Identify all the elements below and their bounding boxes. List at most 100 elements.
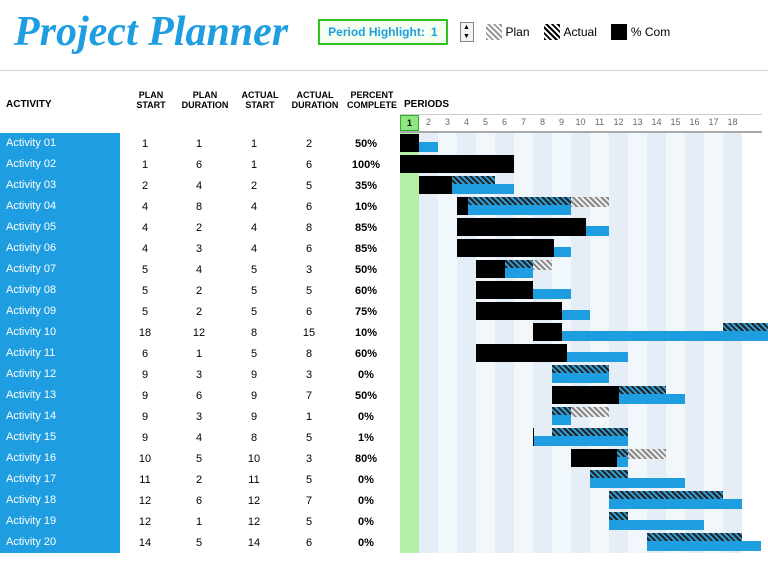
complete-bar	[476, 281, 533, 299]
gantt-rows: Activity 01111250%Activity 021616100%Act…	[0, 133, 768, 553]
period-num-4: 4	[457, 115, 476, 131]
actual-duration: 6	[280, 306, 338, 318]
actual-duration: 15	[280, 327, 338, 339]
gantt-cell	[400, 511, 762, 532]
activity-name: Activity 04	[0, 196, 120, 217]
gantt-cell	[400, 532, 762, 553]
col-plan-duration: PLAN DURATION	[176, 90, 234, 110]
complete-bar	[457, 218, 586, 236]
percent-complete: 0%	[338, 474, 394, 486]
activity-name: Activity 19	[0, 511, 120, 532]
actual-duration: 3	[280, 453, 338, 465]
legend-complete: % Com	[611, 24, 670, 40]
plan-duration: 2	[170, 474, 228, 486]
gantt-cell	[400, 322, 762, 343]
col-periods: PERIODS	[400, 90, 768, 110]
spinner-up-icon[interactable]: ▲	[461, 23, 473, 32]
table-row: Activity 021616100%	[0, 154, 768, 175]
plan-duration: 6	[170, 495, 228, 507]
complete-bar	[419, 176, 452, 194]
period-num-12: 12	[609, 115, 628, 131]
percent-complete: 60%	[338, 285, 394, 297]
complete-bar	[457, 197, 468, 215]
percent-complete: 35%	[338, 180, 394, 192]
period-num-6: 6	[495, 115, 514, 131]
activity-name: Activity 14	[0, 406, 120, 427]
period-num-17: 17	[704, 115, 723, 131]
plan-start: 1	[120, 159, 170, 171]
gantt-cell	[400, 301, 762, 322]
plan-duration: 4	[170, 180, 228, 192]
plan-duration: 8	[170, 201, 228, 213]
plan-duration: 1	[170, 138, 228, 150]
period-numbers: 123456789101112131415161718	[400, 114, 762, 133]
table-row: Activity 03242535%	[0, 175, 768, 196]
period-num-2: 2	[419, 115, 438, 131]
actual-start: 9	[228, 411, 280, 423]
col-percent-complete: PERCENT COMPLETE	[344, 90, 400, 110]
plan-duration: 3	[170, 243, 228, 255]
plan-start: 12	[120, 516, 170, 528]
plan-start: 5	[120, 264, 170, 276]
actual-start: 1	[228, 138, 280, 150]
table-row: Activity 171121150%	[0, 469, 768, 490]
plan-duration: 2	[170, 306, 228, 318]
activity-name: Activity 16	[0, 448, 120, 469]
plan-duration: 1	[170, 348, 228, 360]
actual-duration: 5	[280, 285, 338, 297]
activity-name: Activity 12	[0, 364, 120, 385]
table-row: Activity 07545350%	[0, 259, 768, 280]
actual-start: 5	[228, 348, 280, 360]
plan-duration: 3	[170, 369, 228, 381]
actual-start: 14	[228, 537, 280, 549]
actual-start: 8	[228, 432, 280, 444]
activity-name: Activity 06	[0, 238, 120, 259]
plan-start: 4	[120, 222, 170, 234]
legend-actual-label: Actual	[564, 25, 597, 39]
actual-duration: 6	[280, 537, 338, 549]
legend-plan-label: Plan	[506, 25, 530, 39]
legend: Plan Actual % Com	[486, 24, 671, 40]
plan-start: 11	[120, 474, 170, 486]
gantt-cell	[400, 217, 762, 238]
actual-duration: 6	[280, 159, 338, 171]
actual-bar	[609, 499, 742, 509]
plan-start: 9	[120, 411, 170, 423]
table-row: Activity 1293930%	[0, 364, 768, 385]
plan-start: 5	[120, 306, 170, 318]
period-num-5: 5	[476, 115, 495, 131]
gantt-cell	[400, 133, 762, 154]
col-actual-start: ACTUAL START	[234, 90, 286, 110]
table-row: Activity 08525560%	[0, 280, 768, 301]
complete-swatch-icon	[611, 24, 627, 40]
column-headers: ACTIVITY PLAN START PLAN DURATION ACTUAL…	[0, 90, 768, 114]
legend-actual: Actual	[544, 24, 597, 40]
gantt-cell	[400, 343, 762, 364]
complete-bar	[400, 134, 419, 152]
table-row: Activity 191211250%	[0, 511, 768, 532]
complete-bar	[533, 323, 562, 341]
period-num-3: 3	[438, 115, 457, 131]
table-row: Activity 04484610%	[0, 196, 768, 217]
gantt-cell	[400, 448, 762, 469]
period-highlight-spinner[interactable]: ▲ ▼	[460, 22, 474, 42]
actual-start: 4	[228, 222, 280, 234]
actual-start: 5	[228, 306, 280, 318]
actual-duration: 5	[280, 474, 338, 486]
plan-duration: 4	[170, 432, 228, 444]
actual-start: 12	[228, 516, 280, 528]
actual-duration: 2	[280, 138, 338, 150]
percent-complete: 0%	[338, 369, 394, 381]
plan-start: 10	[120, 453, 170, 465]
plan-start: 5	[120, 285, 170, 297]
plan-start: 12	[120, 495, 170, 507]
header: Project Planner Period Highlight: 1 ▲ ▼ …	[0, 0, 768, 71]
actual-bar	[609, 520, 704, 530]
plan-start: 6	[120, 348, 170, 360]
table-row: Activity 13969750%	[0, 385, 768, 406]
plan-start: 9	[120, 369, 170, 381]
percent-complete: 10%	[338, 201, 394, 213]
table-row: Activity 1493910%	[0, 406, 768, 427]
table-row: Activity 11615860%	[0, 343, 768, 364]
spinner-down-icon[interactable]: ▼	[461, 32, 473, 41]
